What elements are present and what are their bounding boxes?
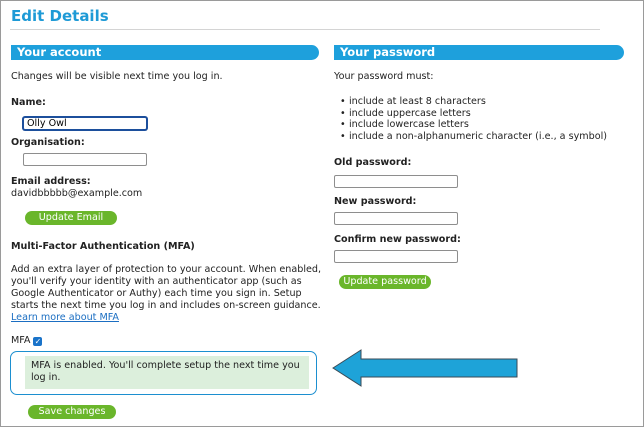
mfa-notice-line: MFA is enabled. You'll complete setup th…	[31, 360, 300, 371]
name-label: Name:	[11, 97, 46, 108]
mfa-toggle[interactable]: MFA ✓	[11, 335, 43, 347]
new-password-label: New password:	[334, 196, 417, 207]
password-rule: include a non-alphanumeric character (i.…	[334, 131, 607, 143]
update-email-button[interactable]: Update Email	[25, 211, 117, 225]
confirm-password-field[interactable]	[334, 250, 458, 263]
password-rule: include lowercase letters	[334, 119, 607, 131]
mfa-checkbox[interactable]: ✓	[33, 337, 43, 346]
account-section-header: Your account	[11, 45, 319, 60]
mfa-checkbox-label: MFA	[11, 335, 31, 346]
password-section-header: Your password	[334, 45, 624, 60]
account-intro: Changes will be visible next time you lo…	[11, 71, 223, 82]
save-changes-button[interactable]: Save changes	[28, 405, 116, 419]
name-field[interactable]	[23, 117, 147, 130]
mfa-description-line: Google Authenticator or Authy) each time…	[11, 288, 302, 299]
email-value: davidbbbbb@example.com	[11, 188, 143, 199]
organisation-label: Organisation:	[11, 137, 85, 148]
mfa-enabled-notice: MFA is enabled. You'll complete setup th…	[25, 356, 309, 389]
mfa-notice-line: log in.	[31, 372, 61, 383]
update-password-button[interactable]: Update password	[339, 275, 431, 289]
learn-more-mfa-link[interactable]: Learn more about MFA	[11, 312, 321, 324]
confirm-password-label: Confirm new password:	[334, 234, 461, 245]
mfa-description: Add an extra layer of protection to your…	[11, 264, 321, 324]
new-password-field[interactable]	[334, 212, 458, 225]
organisation-field[interactable]	[23, 153, 147, 166]
mfa-heading: Multi-Factor Authentication (MFA)	[11, 241, 195, 252]
title-divider	[10, 29, 600, 30]
mfa-description-line: starts the next time you log in and incl…	[11, 300, 321, 311]
page-title: Edit Details	[11, 7, 109, 25]
mfa-description-line: you'll verify your identity with an auth…	[11, 276, 302, 287]
password-intro: Your password must:	[334, 71, 434, 82]
password-rule: include uppercase letters	[334, 108, 607, 120]
left-arrow-icon	[332, 349, 518, 387]
mfa-description-line: Add an extra layer of protection to your…	[11, 264, 322, 275]
old-password-label: Old password:	[334, 157, 412, 168]
password-rules-list: include at least 8 characters include up…	[334, 96, 607, 142]
email-label: Email address:	[11, 176, 91, 187]
old-password-field[interactable]	[334, 175, 458, 188]
password-rule: include at least 8 characters	[334, 96, 607, 108]
